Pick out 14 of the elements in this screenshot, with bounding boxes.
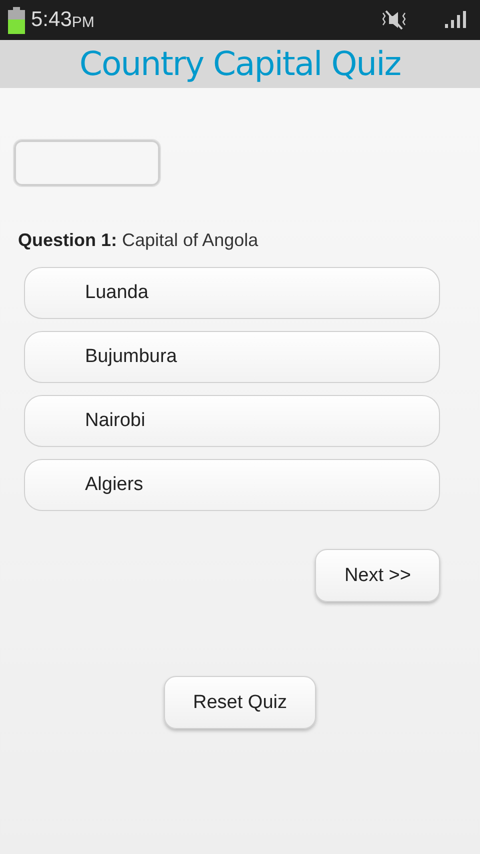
answer-option[interactable]: Algiers	[24, 459, 440, 511]
signal-icon	[444, 10, 466, 30]
reset-button[interactable]: Reset Quiz	[164, 676, 316, 729]
answer-option[interactable]: Bujumbura	[24, 331, 440, 383]
answer-option[interactable]: Luanda	[24, 267, 440, 319]
text-field[interactable]	[14, 140, 160, 186]
answer-option[interactable]: Nairobi	[24, 395, 440, 447]
question-text: Question 1: Capital of Angola	[18, 230, 260, 251]
clock-time: 5:43	[31, 8, 72, 32]
battery-icon	[8, 6, 25, 34]
next-button[interactable]: Next >>	[315, 549, 440, 602]
muted-speaker-icon	[380, 9, 408, 31]
app-title: Country Capital Quiz	[79, 43, 401, 85]
clock-meridiem: PM	[72, 14, 94, 30]
